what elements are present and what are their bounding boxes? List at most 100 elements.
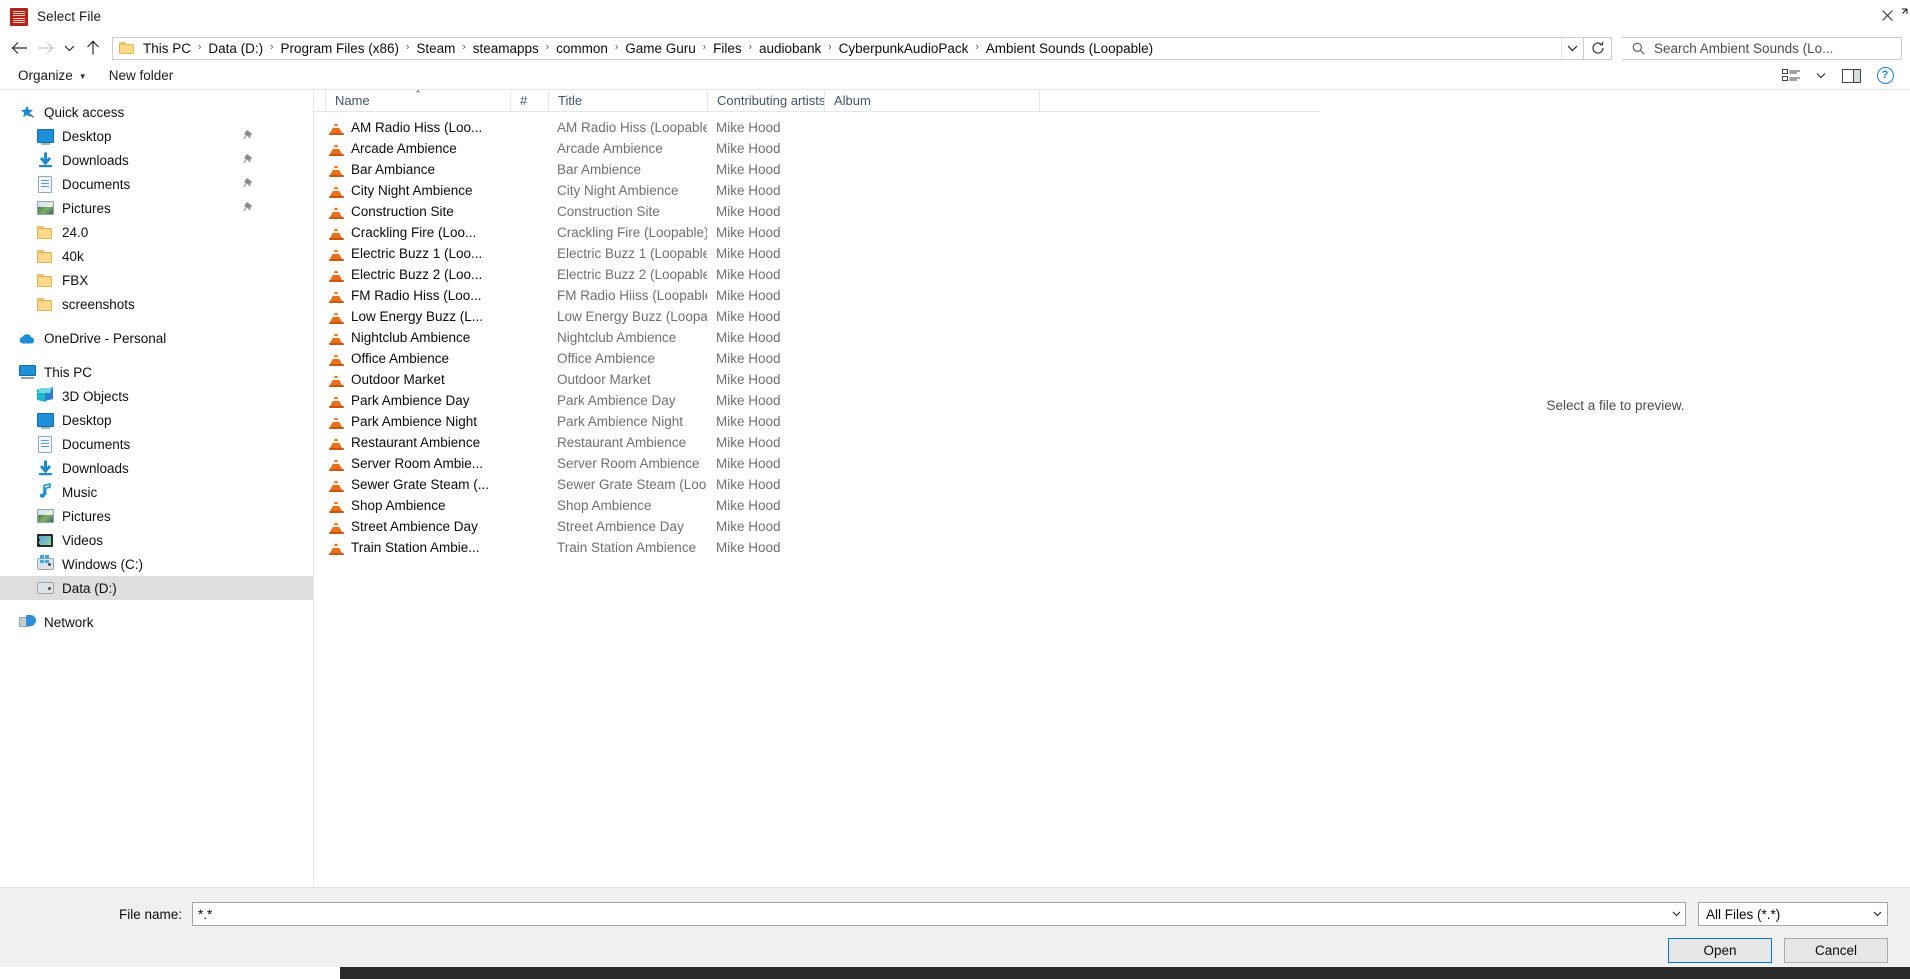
table-row[interactable]: Train Station Ambie... Train Station Ambi… xyxy=(314,537,1320,558)
table-row[interactable]: Park Ambience Day Park Ambience Day Mike H… xyxy=(314,390,1320,411)
navigation-sidebar[interactable]: Quick access Desktop Downloads Documents Pic… xyxy=(0,90,314,887)
sidebar-item-pictures[interactable]: Pictures xyxy=(0,196,313,220)
row-gutter xyxy=(314,306,325,327)
table-row[interactable]: Electric Buzz 1 (Loo... Electric Buzz 1 (… xyxy=(314,243,1320,264)
cancel-button[interactable]: Cancel xyxy=(1784,938,1888,963)
table-row[interactable]: Arcade Ambience Arcade Ambience Mike Hood xyxy=(314,138,1320,159)
sidebar-item-music[interactable]: Music xyxy=(0,480,313,504)
computer-icon xyxy=(18,363,36,381)
table-row[interactable]: Street Ambience Day Street Ambience Day Mi… xyxy=(314,516,1320,537)
table-row[interactable]: City Night Ambience City Night Ambience Mi… xyxy=(314,180,1320,201)
help-button[interactable]: ? xyxy=(1868,65,1902,87)
file-type-chevron-down-icon[interactable] xyxy=(1867,903,1887,925)
sidebar-item-label: Downloads xyxy=(62,460,129,476)
table-row[interactable]: Bar Ambiance Bar Ambience Mike Hood xyxy=(314,159,1320,180)
table-row[interactable]: Electric Buzz 2 (Loo... Electric Buzz 2 (… xyxy=(314,264,1320,285)
address-bar[interactable]: This PC › Data (D:) › Program Files (x86) › St… xyxy=(112,36,1584,60)
view-list-icon[interactable] xyxy=(1774,65,1808,87)
sidebar-item-fbx[interactable]: FBX xyxy=(0,268,313,292)
breadcrumb-item[interactable]: steamapps xyxy=(470,40,542,57)
breadcrumb-item[interactable]: This PC xyxy=(140,40,194,57)
column-header-title[interactable]: Title xyxy=(548,89,707,112)
table-row[interactable]: Low Energy Buzz (L... Low Energy Buzz (Lo… xyxy=(314,306,1320,327)
search-input[interactable]: Search Ambient Sounds (Lo... xyxy=(1622,36,1902,60)
file-rows[interactable]: AM Radio Hiss (Loo... AM Radio Hiss (Loop… xyxy=(314,112,1320,887)
sidebar-item-windows-c[interactable]: Windows (C:) xyxy=(0,552,313,576)
table-row[interactable]: Park Ambience Night Park Ambience Night Mi… xyxy=(314,411,1320,432)
cell-name: Bar Ambiance xyxy=(325,159,510,180)
sidebar-item-downloads[interactable]: Downloads xyxy=(0,456,313,480)
breadcrumb-item[interactable]: Game Guru xyxy=(622,40,699,57)
pin-icon[interactable] xyxy=(243,201,255,214)
sidebar-item-data-d[interactable]: Data (D:) xyxy=(0,576,313,600)
cell-track-number xyxy=(510,453,548,474)
sidebar-item-desktop[interactable]: Desktop xyxy=(0,124,313,148)
table-row[interactable]: Office Ambience Office Ambience Mike Hood xyxy=(314,348,1320,369)
forward-icon[interactable] xyxy=(32,36,58,60)
cell-album xyxy=(824,453,1039,474)
column-header-num[interactable]: # xyxy=(510,89,548,112)
view-options-chevron-down-icon[interactable] xyxy=(1808,65,1834,87)
breadcrumb-item[interactable]: Files xyxy=(710,40,745,57)
sidebar-group-network[interactable]: Network xyxy=(0,610,313,634)
table-row[interactable]: Restaurant Ambience Restaurant Ambience Mi… xyxy=(314,432,1320,453)
vlc-media-icon xyxy=(329,540,344,555)
table-row[interactable]: Sewer Grate Steam (... Sewer Grate Steam … xyxy=(314,474,1320,495)
organize-button[interactable]: Organize ▼ xyxy=(14,66,95,85)
refresh-icon[interactable] xyxy=(1584,36,1612,60)
breadcrumb-item[interactable]: common xyxy=(553,40,611,57)
table-row[interactable]: AM Radio Hiss (Loo... AM Radio Hiss (Loop… xyxy=(314,117,1320,138)
table-row[interactable]: Nightclub Ambience Nightclub Ambience Mike… xyxy=(314,327,1320,348)
breadcrumb-item[interactable]: Data (D:) xyxy=(205,40,266,57)
table-row[interactable]: Shop Ambience Shop Ambience Mike Hood xyxy=(314,495,1320,516)
table-row[interactable]: Server Room Ambie... Server Room Ambience… xyxy=(314,453,1320,474)
breadcrumb-item[interactable]: Program Files (x86) xyxy=(277,40,402,57)
table-row[interactable]: Outdoor Market Outdoor Market Mike Hood xyxy=(314,369,1320,390)
table-row[interactable]: FM Radio Hiss (Loo... FM Radio Hiiss (Loo… xyxy=(314,285,1320,306)
column-header-album[interactable]: Album xyxy=(824,89,1039,112)
sidebar-item-3d-objects[interactable]: 3D Objects xyxy=(0,384,313,408)
table-row[interactable]: Construction Site Construction Site Mike H… xyxy=(314,201,1320,222)
breadcrumb-item[interactable]: CyberpunkAudioPack xyxy=(836,40,972,57)
sidebar-item-videos[interactable]: Videos xyxy=(0,528,313,552)
sidebar-item-40k[interactable]: 40k xyxy=(0,244,313,268)
breadcrumb-item[interactable]: Ambient Sounds (Loopable) xyxy=(983,40,1156,57)
file-name-input[interactable]: *.* xyxy=(192,902,1686,926)
column-header-name[interactable]: ⌃ Name xyxy=(325,89,510,112)
sidebar-item-documents[interactable]: Documents xyxy=(0,172,313,196)
sidebar-item-screenshots[interactable]: screenshots xyxy=(0,292,313,316)
sidebar-item-desktop[interactable]: Desktop xyxy=(0,408,313,432)
pin-icon[interactable] xyxy=(243,129,255,142)
recent-locations-chevron-down-icon[interactable] xyxy=(58,36,80,60)
pin-icon[interactable] xyxy=(243,177,255,190)
sidebar-group-this-pc[interactable]: This PC xyxy=(0,360,313,384)
sidebar-item-pictures[interactable]: Pictures xyxy=(0,504,313,528)
address-history-chevron-down-icon[interactable] xyxy=(1561,37,1583,59)
file-name-text: Train Station Ambie... xyxy=(351,540,480,555)
pin-icon[interactable] xyxy=(243,153,255,166)
table-row[interactable]: Crackling Fire (Loo... Crackling Fire (Lo… xyxy=(314,222,1320,243)
preview-pane-icon[interactable] xyxy=(1834,65,1868,87)
new-folder-button[interactable]: New folder xyxy=(105,66,182,85)
sidebar-item-documents[interactable]: Documents xyxy=(0,432,313,456)
cell-title: Office Ambience xyxy=(557,351,656,366)
breadcrumb-item[interactable]: Steam xyxy=(413,40,458,57)
cell-album xyxy=(824,285,1039,306)
sidebar-group-label: This PC xyxy=(44,364,93,380)
sidebar-item-downloads[interactable]: Downloads xyxy=(0,148,313,172)
resize-grip[interactable] xyxy=(1894,8,1908,22)
open-button[interactable]: Open xyxy=(1668,938,1772,963)
sidebar-item-24-0[interactable]: 24.0 xyxy=(0,220,313,244)
file-name-chevron-down-icon[interactable] xyxy=(1667,903,1685,925)
cell-track-number xyxy=(510,411,548,432)
cell-album xyxy=(824,495,1039,516)
file-type-filter[interactable]: All Files (*.*) xyxy=(1698,902,1888,926)
sidebar-group-onedrive[interactable]: OneDrive - Personal xyxy=(0,326,313,350)
breadcrumb-item[interactable]: audiobank xyxy=(756,40,824,57)
up-icon[interactable] xyxy=(80,36,106,60)
column-header-artist[interactable]: Contributing artists xyxy=(707,89,824,112)
cell-title: Crackling Fire (Loopable) xyxy=(557,225,707,240)
back-icon[interactable] xyxy=(6,36,32,60)
sidebar-group-quick-access[interactable]: Quick access xyxy=(0,100,313,124)
cell-name: Crackling Fire (Loo... xyxy=(325,222,510,243)
